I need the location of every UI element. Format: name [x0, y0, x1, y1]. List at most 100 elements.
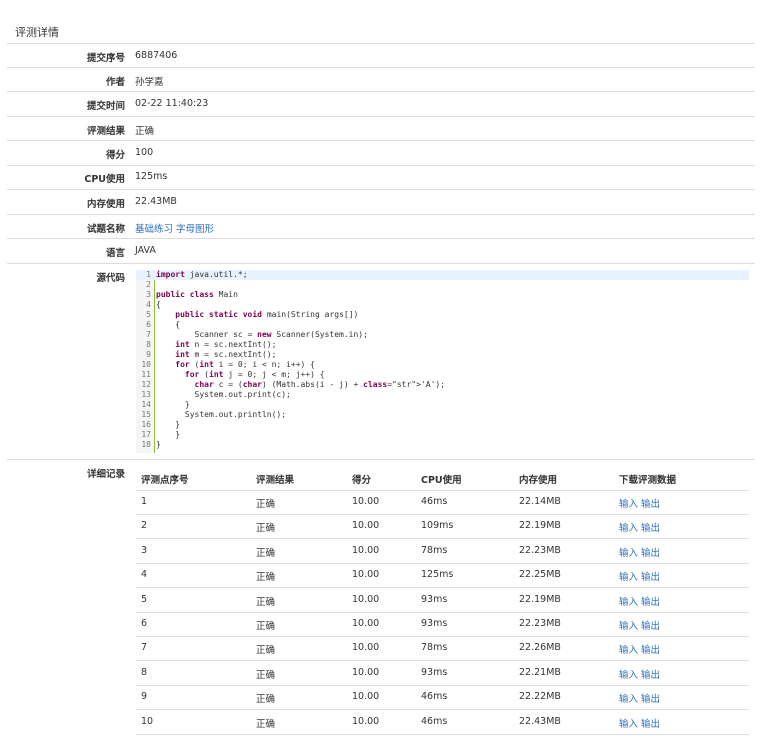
case-score: 10.00: [352, 666, 380, 678]
case-result: 正确: [256, 523, 276, 535]
case-memory: 22.25MB: [519, 569, 561, 581]
download-input-link[interactable]: 输入: [619, 694, 638, 705]
case-score: 10.00: [352, 691, 380, 703]
download-links: 输入 输出: [619, 618, 660, 632]
code-text: Scanner sc = new Scanner(System.in);: [156, 330, 368, 339]
download-input-link[interactable]: 输入: [619, 670, 638, 681]
table-row: 3 正确 10.00 78ms 22.23MB 输入 输出: [136, 539, 749, 564]
case-memory: 22.19MB: [519, 593, 561, 605]
code-line: 11 for (int j = 0; j < m; j++) {: [136, 370, 749, 380]
download-output-link[interactable]: 输出: [641, 719, 660, 730]
case-memory: 22.26MB: [519, 642, 561, 654]
download-output-link[interactable]: 输出: [641, 621, 660, 632]
judge-detail-page: 评测详情 提交序号 6887406 作者 孙学嘉 提交时间 02-22 11:4…: [0, 0, 769, 742]
code-text: }: [156, 400, 190, 409]
line-number: 13: [141, 390, 151, 399]
code-text: import java.util.*;: [156, 270, 248, 279]
header-memory: 内存使用: [519, 475, 558, 486]
download-input-link[interactable]: 输入: [619, 572, 638, 583]
case-result: 正确: [256, 572, 276, 584]
case-id: 9: [141, 691, 148, 703]
download-output-link[interactable]: 输出: [641, 523, 660, 534]
line-number: 14: [141, 400, 151, 409]
line-number: 8: [146, 340, 151, 349]
case-result: 正确: [256, 499, 276, 510]
download-output-link[interactable]: 输出: [641, 645, 660, 656]
download-output-link[interactable]: 输出: [641, 670, 660, 681]
table-row: 7 正确 10.00 78ms 22.26MB 输入 输出: [136, 636, 749, 662]
language-value: JAVA: [135, 245, 156, 256]
case-result: 正确: [256, 669, 276, 681]
problem-name-link[interactable]: 字母图形: [176, 224, 214, 235]
source-code-viewer[interactable]: 1 import java.util.*; 2 3 public class Main 4…: [136, 270, 749, 453]
code-line: 6 {: [136, 320, 749, 330]
download-input-link[interactable]: 输入: [619, 597, 638, 608]
code-text: for (int j = 0; j < m; j++) {: [184, 370, 325, 379]
code-text: char c = (char) (Math.abs(i - j) + class…: [194, 380, 446, 389]
problem-category-link[interactable]: 基础练习: [135, 224, 173, 235]
source-label: 源代码: [96, 273, 125, 284]
header-download: 下载评测数据: [619, 475, 677, 486]
case-memory: 22.23MB: [519, 544, 561, 556]
case-cpu: 46ms: [421, 691, 448, 703]
case-id: 10: [141, 715, 154, 727]
download-input-link[interactable]: 输入: [619, 645, 638, 656]
line-number: 15: [141, 410, 151, 419]
download-links: 输入 输出: [619, 569, 660, 583]
line-number: 12: [141, 380, 151, 389]
line-number: 10: [141, 360, 151, 369]
download-input-link[interactable]: 输入: [619, 548, 638, 559]
code-text: }: [156, 440, 161, 449]
case-result: 正确: [256, 621, 276, 632]
header-case-id: 评测点序号: [141, 475, 189, 486]
details-label: 详细记录: [86, 469, 125, 480]
download-output-link[interactable]: 输出: [641, 597, 660, 608]
case-id: 3: [141, 544, 148, 556]
line-number: 5: [146, 310, 151, 319]
case-score: 10.00: [352, 544, 380, 556]
download-input-link[interactable]: 输入: [619, 621, 638, 632]
download-input-link[interactable]: 输入: [619, 499, 638, 510]
code-text: int m = sc.nextInt();: [175, 350, 277, 359]
submit-time-value: 02-22 11:40:23: [135, 98, 209, 109]
download-output-link[interactable]: 输出: [641, 499, 660, 510]
code-line: 9 int m = sc.nextInt();: [136, 350, 749, 360]
case-memory: 22.21MB: [519, 666, 561, 678]
case-id: 2: [141, 520, 148, 532]
download-input-link[interactable]: 输入: [619, 719, 638, 730]
line-number: 9: [146, 350, 151, 359]
code-text: }: [156, 430, 181, 439]
case-cpu: 109ms: [421, 520, 454, 532]
problem-value: 基础练习 字母图形: [135, 221, 214, 235]
case-cpu: 93ms: [421, 593, 448, 605]
code-text: {: [156, 320, 181, 329]
code-text: public static void main(String args[]): [175, 310, 359, 319]
case-result: 正确: [256, 645, 276, 657]
code-text: }: [156, 420, 181, 429]
row-cpu: CPU使用 125ms: [7, 166, 755, 190]
page-title: 评测详情: [15, 26, 59, 39]
code-line: 2: [136, 280, 749, 290]
download-links: 输入 输出: [619, 716, 660, 730]
language-label: 语言: [105, 248, 125, 259]
download-links: 输入 输出: [619, 594, 660, 608]
result-value: 正确: [135, 126, 155, 137]
table-row: 1 正确 10.00 46ms 22.14MB 输入 输出: [136, 490, 749, 515]
case-score: 10.00: [352, 642, 380, 654]
case-id: 4: [141, 569, 148, 581]
case-memory: 22.19MB: [519, 520, 561, 532]
download-output-link[interactable]: 输出: [641, 548, 660, 559]
case-id: 8: [141, 666, 148, 678]
submit-id-value: 6887406: [135, 50, 178, 61]
row-score: 得分 100: [7, 141, 755, 166]
case-cpu: 46ms: [421, 496, 448, 507]
download-output-link[interactable]: 输出: [641, 694, 660, 705]
download-output-link[interactable]: 输出: [641, 572, 660, 583]
header-result: 评测结果: [256, 475, 295, 486]
case-memory: 22.43MB: [519, 715, 561, 727]
download-input-link[interactable]: 输入: [619, 523, 638, 534]
case-score: 10.00: [352, 520, 380, 532]
line-number: 6: [146, 320, 151, 329]
code-line: 16 }: [136, 420, 749, 430]
row-result: 评测结果 正确: [7, 117, 755, 141]
